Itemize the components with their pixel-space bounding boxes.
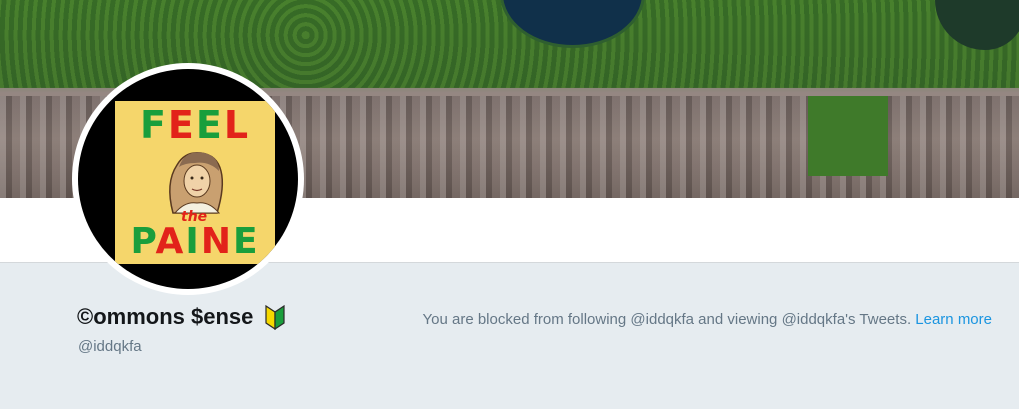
poster-bottom-text: PAINE <box>130 221 260 262</box>
avatar-poster: FEEL the PAINE <box>115 101 275 264</box>
profile-handle: @iddqkfa <box>78 338 142 355</box>
avatar-image: FEEL the PAINE <box>78 69 298 289</box>
learn-more-link[interactable]: Learn more <box>915 311 992 328</box>
portrait-illustration <box>169 152 224 214</box>
profile-name-row: ©ommons $ense <box>77 304 286 330</box>
avatar[interactable]: FEEL the PAINE <box>72 63 304 295</box>
banner-park <box>808 96 888 176</box>
beginner-leaf-icon <box>265 304 285 330</box>
display-name[interactable]: ©ommons $ense <box>77 304 253 330</box>
poster-top-text: FEEL <box>139 103 251 147</box>
blocked-notice: You are blocked from following @iddqkfa … <box>423 311 992 328</box>
blocked-message: You are blocked from following @iddqkfa … <box>422 311 912 328</box>
